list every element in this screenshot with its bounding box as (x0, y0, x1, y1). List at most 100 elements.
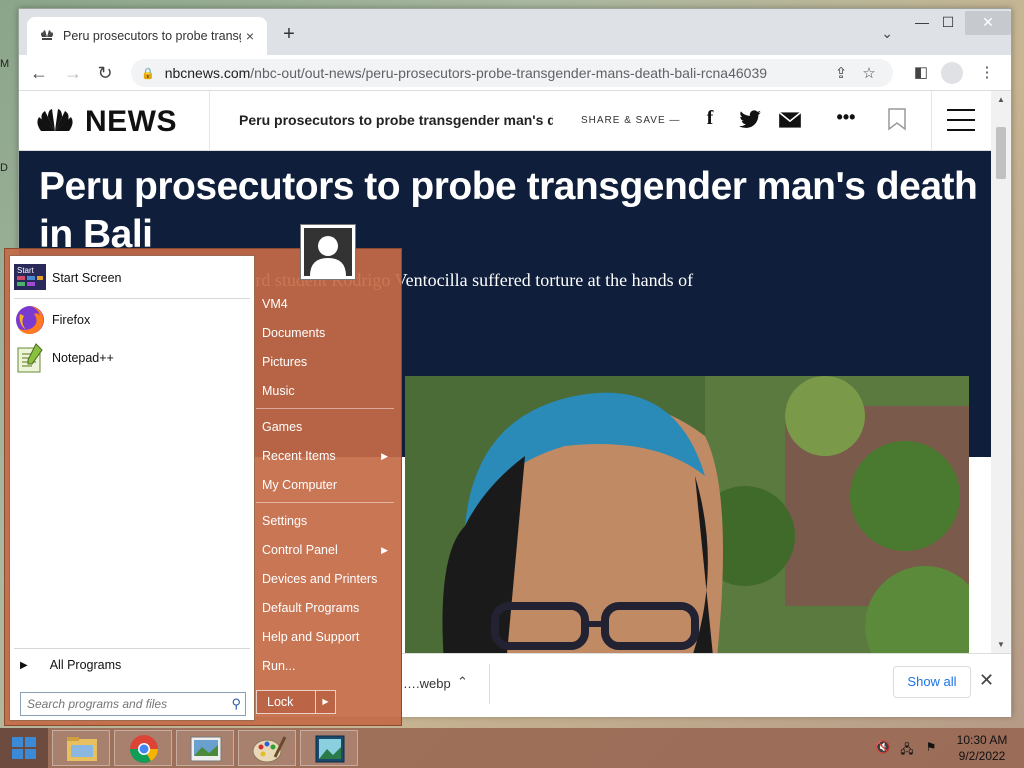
side-panel-icon[interactable]: ◧ (907, 61, 935, 85)
start-menu-separator (256, 502, 394, 503)
start-menu-item-label: Firefox (52, 313, 91, 327)
site-header: NEWS Peru prosecutors to probe transgend… (19, 91, 991, 151)
clock-time: 10:30 AM (956, 733, 1008, 747)
article-photo (405, 376, 969, 653)
bookmark-icon[interactable] (887, 107, 907, 131)
firefox-icon (16, 306, 44, 334)
tab-strip: Peru prosecutors to probe transgender ma… (19, 9, 1011, 55)
show-all-downloads-button[interactable]: Show all (893, 666, 971, 698)
download-options-chevron-icon[interactable]: ⌃ (457, 674, 468, 690)
desktop-icon-label-fragment[interactable]: D (0, 162, 14, 174)
lock-button[interactable]: Lock ▶ (256, 690, 336, 714)
paint-icon (252, 736, 287, 763)
chrome-icon (130, 735, 158, 763)
hamburger-menu-icon[interactable] (947, 109, 975, 139)
nbc-peacock-icon (37, 109, 73, 131)
all-programs-button[interactable]: ▶ All Programs (20, 658, 121, 672)
email-icon[interactable] (777, 107, 803, 133)
close-download-bar-icon[interactable]: ✕ (979, 670, 994, 691)
power-options-arrow-icon[interactable]: ▶ (315, 691, 335, 713)
scrollbar-thumb[interactable] (996, 127, 1006, 179)
share-icon[interactable]: ⇪ (827, 64, 855, 82)
start-menu-item-notepadpp[interactable]: Notepad++ (14, 340, 250, 376)
menu-kebab-icon[interactable]: ⋮ (973, 61, 1001, 85)
download-divider (489, 664, 490, 704)
start-menu-item-start-screen[interactable]: Start Start Screen (14, 260, 250, 296)
reload-icon[interactable]: ↻ (93, 61, 117, 85)
desktop-icon-label-fragment[interactable]: M (0, 58, 14, 70)
search-icon[interactable]: ⚲ (231, 696, 241, 712)
notepadpp-icon (17, 343, 43, 373)
tab-close-icon[interactable]: × (241, 28, 259, 44)
nbc-favicon-icon (41, 30, 53, 40)
download-filename[interactable]: ….webp (403, 676, 451, 691)
taskbar: 🔇 🖧 ⚑ 10:30 AM 9/2/2022 (0, 728, 1024, 768)
file-explorer-icon (67, 737, 97, 761)
start-menu-settings[interactable]: Settings (256, 508, 394, 534)
scroll-down-icon[interactable]: ▼ (991, 640, 1011, 649)
start-menu-recent-items[interactable]: Recent Items ▶ (256, 443, 394, 469)
taskbar-file-explorer[interactable] (52, 730, 110, 766)
system-clock[interactable]: 10:30 AM 9/2/2022 (950, 732, 1014, 764)
article-headline: Peru prosecutors to probe transgender ma… (39, 165, 978, 256)
twitter-icon[interactable] (737, 107, 763, 133)
start-screen-icon: Start (14, 264, 46, 290)
start-search-input[interactable] (21, 693, 217, 715)
new-tab-button[interactable]: + (277, 23, 301, 47)
volume-muted-icon[interactable]: 🔇 (874, 740, 892, 756)
network-icon[interactable]: 🖧 (898, 740, 916, 756)
start-menu-games[interactable]: Games (256, 414, 394, 440)
taskbar-image-viewer[interactable] (300, 730, 358, 766)
taskbar-photos[interactable] (176, 730, 234, 766)
taskbar-paint[interactable] (238, 730, 296, 766)
forward-arrow-icon[interactable]: → (61, 61, 85, 85)
address-bar[interactable]: 🔒 nbcnews.com/nbc-out/out-news/peru-pros… (131, 59, 893, 87)
start-menu-item-label: Notepad++ (52, 351, 114, 365)
bookmark-star-icon[interactable]: ☆ (855, 64, 883, 82)
start-menu-item-label: Start Screen (52, 271, 122, 285)
url-text[interactable]: nbcnews.com/nbc-out/out-news/peru-prosec… (165, 65, 827, 81)
lock-label: Lock (267, 695, 294, 709)
page-scrollbar[interactable]: ▲ ▼ (991, 91, 1011, 653)
more-dots-icon[interactable]: ••• (833, 107, 859, 133)
start-menu-separator (14, 648, 250, 649)
start-menu-item-firefox[interactable]: Firefox (14, 302, 250, 338)
header-article-title: Peru prosecutors to probe transgender ma… (239, 112, 553, 128)
browser-tab[interactable]: Peru prosecutors to probe transgender ma… (27, 17, 267, 55)
profile-avatar-icon[interactable] (941, 62, 963, 84)
start-menu-default-programs[interactable]: Default Programs (256, 595, 394, 621)
back-arrow-icon[interactable]: ← (27, 61, 51, 85)
image-viewer-icon (315, 735, 345, 763)
clock-date: 9/2/2022 (958, 749, 1006, 763)
facebook-icon[interactable]: f (697, 107, 723, 133)
tab-search-chevron-icon[interactable]: ⌄ (881, 25, 893, 42)
start-menu-run[interactable]: Run... (256, 653, 394, 679)
submenu-arrow-icon: ▶ (381, 451, 388, 461)
logo-wordmark: NEWS (85, 105, 177, 138)
all-programs-arrow-icon: ▶ (20, 659, 28, 671)
start-menu-help-support[interactable]: Help and Support (256, 624, 394, 650)
start-search-box[interactable]: ⚲ (20, 692, 246, 716)
share-save-label: SHARE & SAVE — (581, 115, 681, 126)
all-programs-label: All Programs (49, 658, 122, 672)
taskbar-chrome[interactable] (114, 730, 172, 766)
lock-icon[interactable]: 🔒 (141, 67, 155, 80)
submenu-arrow-icon: ▶ (381, 545, 388, 555)
action-center-flag-icon[interactable]: ⚑ (922, 740, 940, 756)
start-menu-devices-printers[interactable]: Devices and Printers (256, 566, 394, 592)
start-button[interactable] (0, 728, 48, 768)
photos-icon (190, 736, 222, 762)
start-menu-control-panel[interactable]: Control Panel ▶ (256, 537, 394, 563)
scroll-up-icon[interactable]: ▲ (991, 95, 1011, 104)
start-menu-music[interactable]: Music (256, 378, 394, 404)
start-menu-vm4[interactable]: VM4 (256, 291, 394, 317)
svg-text:Start: Start (17, 266, 35, 275)
maximize-button[interactable]: ☐ (933, 11, 963, 35)
user-avatar[interactable] (300, 224, 356, 280)
start-menu-my-computer[interactable]: My Computer (256, 472, 394, 498)
close-window-button[interactable]: ✕ (965, 11, 1011, 35)
browser-toolbar: ← → ↻ 🔒 nbcnews.com/nbc-out/out-news/per… (19, 55, 1011, 91)
start-menu-pictures[interactable]: Pictures (256, 349, 394, 375)
nbc-news-logo[interactable]: NEWS (35, 105, 177, 139)
start-menu-documents[interactable]: Documents (256, 320, 394, 346)
